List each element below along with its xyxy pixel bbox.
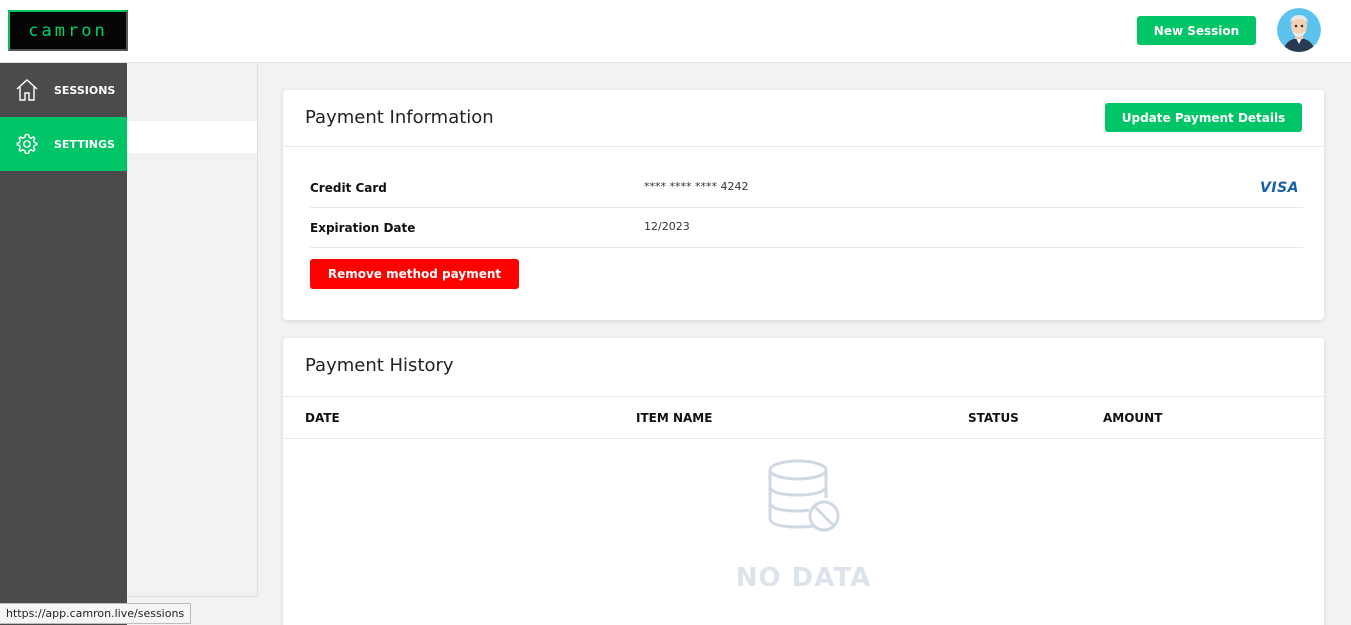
subnav-selected-item[interactable] [127,121,257,153]
column-header-date[interactable]: DATE [305,411,340,425]
sidebar-item-label: SESSIONS [54,83,116,97]
home-icon [15,78,39,102]
column-header-amount[interactable]: AMOUNT [1103,411,1162,425]
expiration-date-label: Expiration Date [310,221,416,235]
status-bar-url: https://app.camron.live/sessions [0,603,192,624]
credit-card-row: Credit Card **** **** **** 4242 VISA [310,168,1303,208]
new-session-button[interactable]: New Session [1137,16,1256,45]
credit-card-value: **** **** **** 4242 [644,180,749,193]
visa-logo: VISA [1260,180,1299,196]
sidebar: SESSIONS SETTINGS [0,63,127,625]
sidebar-item-label: SETTINGS [54,137,115,151]
top-bar: camron New Session [0,0,1351,63]
credit-card-label: Credit Card [310,181,387,195]
payment-history-card: Payment History DATE ITEM NAME STATUS AM… [283,338,1324,625]
settings-subnav [127,64,258,597]
card-title: Payment History [305,355,454,376]
table-header: DATE ITEM NAME STATUS AMOUNT [283,396,1324,439]
database-off-icon [767,458,841,534]
card-title: Payment Information [305,107,494,128]
sidebar-item-settings[interactable]: SETTINGS [0,117,127,171]
remove-payment-method-button[interactable]: Remove method payment [310,259,519,289]
gear-icon [15,132,39,156]
divider [283,146,1324,147]
column-header-status[interactable]: STATUS [968,411,1019,425]
sidebar-item-sessions[interactable]: SESSIONS [0,63,127,117]
user-avatar-icon[interactable] [1277,8,1321,52]
update-payment-details-button[interactable]: Update Payment Details [1105,103,1302,132]
column-header-item-name[interactable]: ITEM NAME [636,411,712,425]
no-data-text: NO DATA [735,563,872,593]
logo[interactable]: camron [8,10,128,51]
expiration-date-row: Expiration Date 12/2023 [310,208,1303,248]
payment-information-card: Payment Information Update Payment Detai… [283,90,1324,320]
expiration-date-value: 12/2023 [644,220,690,233]
logo-text: camron [28,20,108,41]
